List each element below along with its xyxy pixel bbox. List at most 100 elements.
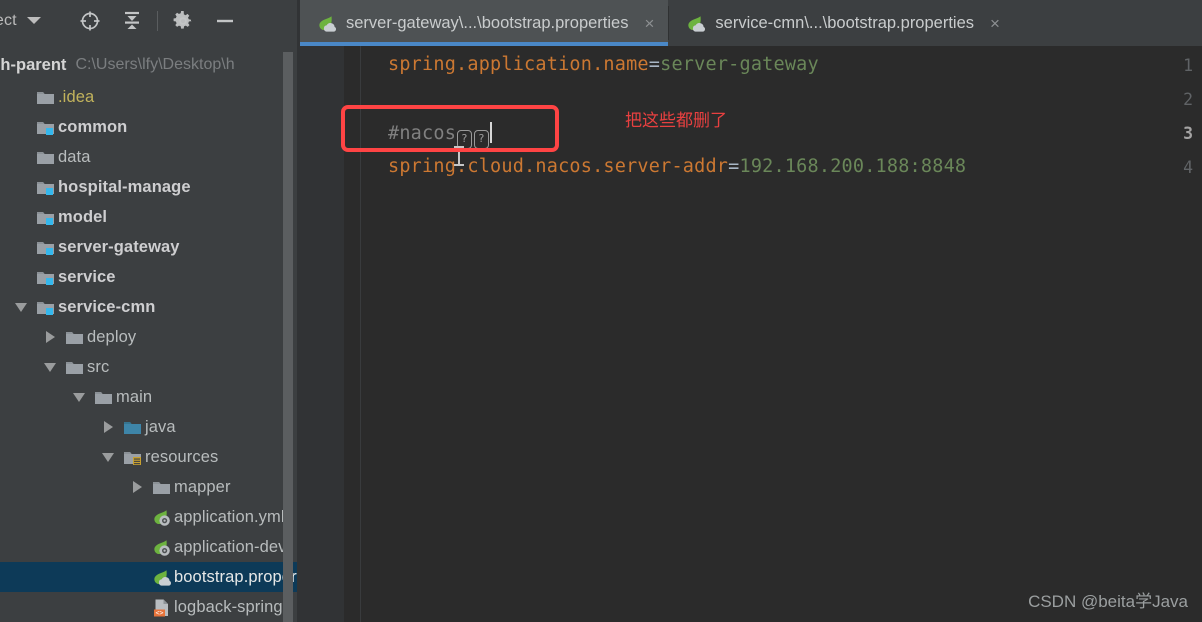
annotation-text: 把这些都删了 (625, 111, 727, 131)
spring-cloud-icon (148, 567, 174, 588)
tree-item[interactable]: .idea (0, 82, 300, 112)
tree-item-label: src (87, 357, 110, 376)
line-number: 3 (1183, 124, 1193, 143)
locate-icon[interactable] (69, 0, 111, 41)
tree-twisty-expanded[interactable] (10, 302, 32, 312)
tree-item[interactable]: model (0, 202, 300, 232)
tree-item-label: service-cmn (58, 297, 156, 316)
editor-tab[interactable]: service-cmn\...\bootstrap.properties × (669, 0, 1014, 46)
property-key: spring.application.name (388, 54, 649, 75)
close-icon[interactable]: × (990, 15, 1000, 32)
tree-item-label: hospital-manage (58, 177, 191, 196)
line-number: 1 (1183, 56, 1193, 75)
project-path: C:\Users\lfy\Desktop\h (75, 56, 235, 73)
property-equals: = (648, 54, 661, 75)
sidebar-scrollbar[interactable] (283, 52, 293, 622)
folder-icon (61, 327, 87, 348)
expand-arrow-icon[interactable] (132, 481, 142, 493)
tree-item[interactable]: data (0, 142, 300, 172)
tree-item-label: mapper (174, 477, 231, 496)
project-root-header[interactable]: yygh-parent C:\Users\lfy\Desktop\h (0, 52, 300, 78)
tree-twisty-expanded[interactable] (97, 452, 119, 462)
tree-item[interactable]: resources (0, 442, 300, 472)
chevron-down-icon[interactable] (26, 17, 41, 24)
folder-icon (148, 477, 174, 498)
tree-item[interactable]: service-cmn (0, 292, 300, 322)
tree-item-label: application.yml (174, 507, 285, 526)
xml-file-icon: <> (148, 597, 174, 618)
tree-item-label: model (58, 207, 108, 226)
spring-yaml-icon (148, 537, 174, 558)
tree-item-label: service (58, 267, 116, 286)
tree-twisty-expanded[interactable] (68, 392, 90, 402)
folder-icon (32, 147, 58, 168)
project-tool-window-title: oject (0, 11, 17, 29)
ide-window: oject (0, 0, 1202, 622)
tree-item[interactable]: src (0, 352, 300, 382)
editor-body[interactable]: 1 2 3 4 spring.application.name=server-g… (300, 46, 1202, 622)
module-folder-icon (32, 117, 58, 138)
expand-arrow-icon[interactable] (103, 421, 113, 433)
code-line-1: spring.application.name=server-gateway (388, 54, 819, 75)
tree-item-label: application-dev (174, 537, 287, 556)
property-equals: = (728, 156, 740, 177)
tree-item-label: .idea (58, 87, 95, 106)
line-number: 2 (1183, 90, 1193, 109)
folder-icon (61, 357, 87, 378)
editor-tab-label: service-cmn\...\bootstrap.properties (715, 13, 975, 32)
project-tree: .idea common data hospital-manage model serve… (0, 82, 323, 622)
module-folder-icon (32, 297, 58, 318)
tree-twisty-collapsed[interactable] (126, 481, 148, 493)
tree-item[interactable]: application.yml (0, 502, 300, 532)
tree-item-label: common (58, 117, 128, 136)
code-line-4: spring.cloud.nacos.server-addr=192.168.2… (388, 156, 966, 177)
folder-icon (90, 387, 116, 408)
tree-twisty-expanded[interactable] (39, 362, 61, 372)
tree-item[interactable]: deploy (0, 322, 300, 352)
tree-twisty-collapsed[interactable] (97, 421, 119, 433)
module-folder-icon (32, 177, 58, 198)
module-folder-icon (32, 207, 58, 228)
project-name: yygh-parent (0, 55, 67, 74)
tree-item[interactable]: server-gateway (0, 232, 300, 262)
tree-item[interactable]: application-dev (0, 532, 300, 562)
gear-icon[interactable] (162, 0, 204, 41)
tree-twisty-collapsed[interactable] (39, 331, 61, 343)
line-number: 4 (1183, 158, 1193, 177)
collapse-all-icon[interactable] (111, 0, 153, 41)
collapse-arrow-icon[interactable] (44, 362, 56, 372)
collapse-arrow-icon[interactable] (15, 302, 27, 312)
tree-item[interactable]: main (0, 382, 300, 412)
tree-item-label: deploy (87, 327, 137, 346)
tree-item[interactable]: hospital-manage (0, 172, 300, 202)
close-icon[interactable]: × (644, 15, 654, 32)
tree-item-label: resources (145, 447, 219, 466)
property-value: server-gateway (660, 54, 819, 75)
property-key: spring.cloud.nacos.server-addr (388, 156, 729, 177)
sources-folder-icon (119, 417, 145, 438)
tree-item[interactable]: bootstrap.properties (0, 562, 323, 592)
collapse-arrow-icon[interactable] (102, 452, 114, 462)
editor-tab-label: server-gateway\...\bootstrap.properties (346, 13, 629, 32)
editor-area: server-gateway\...\bootstrap.properties ×… (300, 0, 1202, 622)
editor-tab[interactable]: server-gateway\...\bootstrap.properties × (300, 0, 669, 46)
tree-item[interactable]: <> logback-spring. (0, 592, 300, 622)
resources-folder-icon (119, 447, 145, 468)
toolbar-divider (156, 10, 158, 31)
tree-item[interactable]: java (0, 412, 300, 442)
spring-yaml-icon (148, 507, 174, 528)
tree-item[interactable]: common (0, 112, 300, 142)
tree-item-label: logback-spring. (174, 597, 288, 616)
svg-text:<>: <> (155, 609, 163, 617)
project-toolbar: oject (0, 0, 300, 41)
folder-icon (32, 87, 58, 108)
expand-arrow-icon[interactable] (45, 331, 55, 343)
tree-item-label: java (145, 417, 176, 436)
minimize-icon[interactable] (204, 0, 246, 41)
tree-item-label: data (58, 147, 91, 166)
tree-item[interactable]: mapper (0, 472, 300, 502)
collapse-arrow-icon[interactable] (73, 392, 85, 402)
tree-item-label: server-gateway (58, 237, 180, 256)
editor-gutter (300, 46, 344, 622)
tree-item[interactable]: service (0, 262, 300, 292)
